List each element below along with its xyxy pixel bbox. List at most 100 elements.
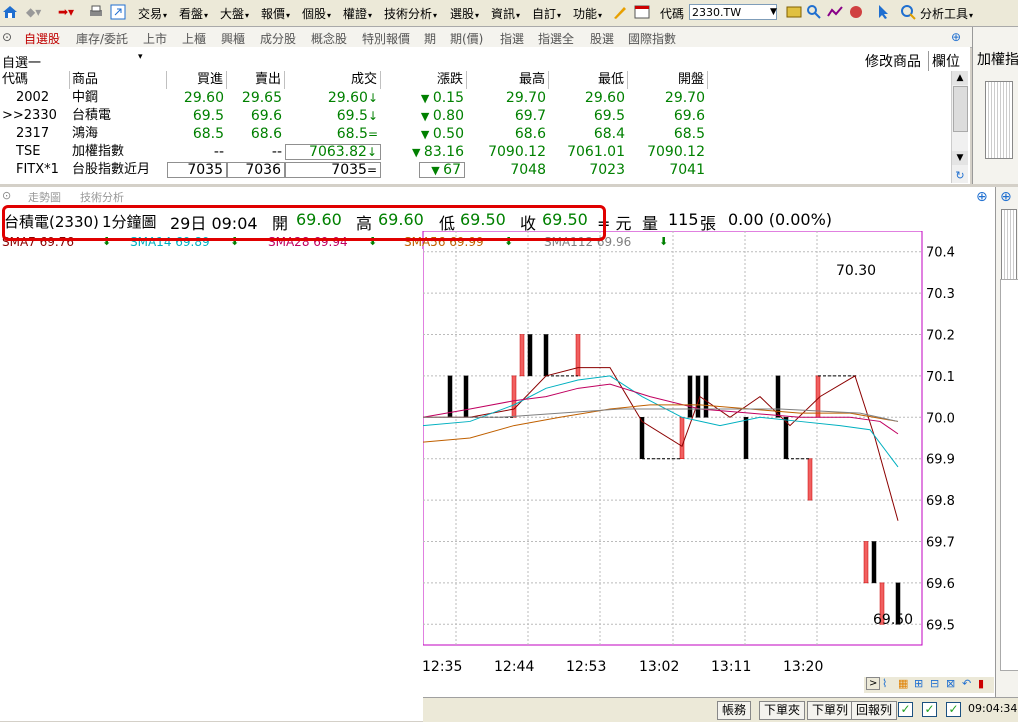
analysis-tools-icon[interactable] — [900, 4, 916, 20]
menu-bar: ◆▾ ➡▾ 交易▾ 看盤▾ 大盤▾ 報價▾ 個股▾ 權證▾ 技術分析▾ 選股▾ … — [0, 0, 1018, 27]
collapse-icon[interactable]: ⊙ — [2, 30, 12, 44]
y-tick-label: 69.8 — [926, 494, 955, 509]
undo-icon[interactable]: ↶ — [962, 677, 971, 690]
col-high[interactable]: 最高 — [467, 71, 549, 89]
table-row[interactable]: TSE 加權指數 -- -- 7063.82↓ ▼ 83.16 7090.12 7061.01… — [0, 143, 950, 161]
calendar-icon[interactable]: ▦ — [898, 677, 908, 690]
refresh-icon[interactable]: ↻ — [952, 169, 968, 183]
menu-info[interactable]: 資訊▾ — [491, 5, 520, 22]
accounts-button[interactable]: 帳務 — [717, 701, 752, 720]
quote-icon[interactable] — [786, 4, 802, 20]
y-tick-label: 69.5 — [926, 618, 955, 633]
col-open[interactable]: 開盤 — [628, 71, 708, 89]
order-folder-button[interactable]: 下單夾 — [759, 701, 806, 720]
tab-components[interactable]: 成分股 — [260, 30, 296, 47]
side-scroll-area[interactable] — [1000, 279, 1018, 671]
window-icon[interactable] — [634, 4, 650, 20]
watchlist-dropdown-icon[interactable]: ▾ — [138, 52, 143, 62]
tab-special-quote[interactable]: 特別報價 — [362, 30, 410, 47]
table-scrollbar[interactable]: ▲ ▼ ↻ — [951, 71, 968, 183]
scroll-thumb[interactable] — [953, 86, 968, 132]
col-last[interactable]: 成交 — [285, 71, 381, 89]
modify-items-button[interactable]: 修改商品 — [865, 51, 921, 71]
forward-icon[interactable]: ➡▾ — [58, 5, 74, 19]
col-low[interactable]: 最低 — [549, 71, 628, 89]
fields-button[interactable]: 欄位 — [928, 51, 960, 71]
tab-index-options[interactable]: 指選 — [500, 30, 524, 47]
tab-watchlist[interactable]: 自選股 — [24, 30, 60, 47]
tab-stock-options[interactable]: 股選 — [590, 30, 614, 47]
tab-index-options-all[interactable]: 指選全 — [538, 30, 574, 47]
table-row[interactable]: >>2330 台積電 69.5 69.6 69.5↓ ▼ 0.80 69.7 69.5 69.6 — [0, 107, 950, 125]
tab-futures-price[interactable]: 期(價) — [450, 30, 483, 47]
col-code[interactable]: 代碼 — [0, 71, 70, 89]
watchlist-selector[interactable]: 自選一 — [2, 52, 41, 71]
alert-icon[interactable] — [848, 4, 864, 20]
tab-concept[interactable]: 概念股 — [311, 30, 347, 47]
tab-futures[interactable]: 期 — [424, 30, 436, 47]
tab-emerging[interactable]: 興櫃 — [221, 30, 245, 47]
cell-ask-value: 7036 — [245, 162, 281, 178]
home-icon[interactable] — [2, 4, 18, 20]
bar-chart-icon[interactable]: ▮ — [978, 677, 984, 690]
status-bar: 帳務 下單夾 下單列 回報列 ✓ ✓ ✓ 09:04:34 — [423, 697, 1018, 722]
cell-ask: 69.6 — [227, 107, 285, 125]
pen-icon[interactable] — [612, 4, 628, 20]
scroll-down-icon[interactable]: ▼ — [952, 151, 968, 165]
code-label: 代碼 — [660, 7, 685, 21]
cell-high-value: 69.7 — [514, 108, 546, 124]
y-tick-label: 69.7 — [926, 536, 955, 551]
menu-function[interactable]: 功能▾ — [573, 5, 602, 22]
table-row[interactable]: 2002 中鋼 29.60 29.65 29.60↓ ▼ 0.15 29.70 29.60 29… — [0, 89, 950, 107]
tab-otc[interactable]: 上櫃 — [182, 30, 206, 47]
status-check-3[interactable]: ✓ — [946, 702, 961, 717]
print-icon[interactable] — [88, 4, 104, 20]
ma-down-icon: ⬇ — [659, 235, 669, 248]
cell-code-value: >>2330 — [2, 108, 57, 123]
table-header: 代碼 商品 買進 賣出 成交 漲跌 最高 最低 開盤 — [0, 71, 950, 89]
zoom-in-icon[interactable]: ⊞ — [914, 677, 923, 690]
zoom-icon[interactable]: ⊕ — [951, 30, 961, 44]
scroll-up-icon[interactable]: ▲ — [952, 71, 968, 85]
candle — [639, 417, 645, 459]
scroll-right-icon[interactable]: > — [866, 677, 881, 690]
menu-stock[interactable]: 個股▾ — [302, 5, 331, 22]
table-row[interactable]: 2317 鴻海 68.5 68.6 68.5= ▼ 0.50 68.6 68.4 68.5 — [0, 125, 950, 143]
zoom-out-icon[interactable]: ⊟ — [930, 677, 939, 690]
col-name[interactable]: 商品 — [70, 71, 167, 89]
back-icon[interactable]: ◆▾ — [26, 5, 41, 19]
cell-low-value: 7061.01 — [567, 144, 625, 160]
pointer-icon[interactable] — [876, 4, 892, 20]
menu-tech-analysis[interactable]: 技術分析▾ — [384, 5, 437, 22]
cell-ask-value: 69.6 — [250, 108, 282, 124]
cell-low: 29.60 — [549, 89, 628, 107]
table-row[interactable]: FITX*1 台股指數近月 7035 7036 7035= ▼ 67 7048 7023 704… — [0, 161, 950, 179]
col-change[interactable]: 漲跌 — [381, 71, 467, 89]
cell-last: 69.5↓ — [285, 107, 381, 125]
menu-trade[interactable]: 交易▾ — [138, 5, 167, 22]
line-tool-icon[interactable]: ⌇ — [882, 677, 887, 690]
order-bar-button[interactable]: 下單列 — [807, 701, 854, 720]
menu-warrant[interactable]: 權證▾ — [343, 5, 372, 22]
tab-inventory[interactable]: 庫存/委託 — [76, 30, 128, 47]
report-bar-button[interactable]: 回報列 — [851, 701, 898, 720]
col-ask[interactable]: 賣出 — [227, 71, 285, 89]
menu-screener[interactable]: 選股▾ — [450, 5, 479, 22]
code-input[interactable]: 2330.TW — [689, 4, 777, 20]
menu-quote[interactable]: 報價▾ — [261, 5, 290, 22]
chart-tool-icon[interactable] — [827, 4, 843, 20]
search-icon[interactable] — [806, 4, 822, 20]
tab-listed[interactable]: 上市 — [143, 30, 167, 47]
fit-icon[interactable]: ⊠ — [946, 677, 955, 690]
status-check-2[interactable]: ✓ — [922, 702, 937, 717]
col-bid[interactable]: 買進 — [167, 71, 227, 89]
menu-custom[interactable]: 自訂▾ — [532, 5, 561, 22]
menu-market[interactable]: 大盤▾ — [220, 5, 249, 22]
external-window-icon[interactable] — [110, 4, 126, 20]
menu-analysis-tools[interactable]: 分析工具▾ — [920, 5, 973, 22]
status-check-1[interactable]: ✓ — [898, 702, 913, 717]
menu-watch[interactable]: 看盤▾ — [179, 5, 208, 22]
code-dropdown-icon[interactable]: ▼ — [770, 7, 777, 17]
tab-intl-index[interactable]: 國際指數 — [628, 30, 676, 47]
side-zoom-icon[interactable]: ⊕ — [1000, 189, 1012, 205]
